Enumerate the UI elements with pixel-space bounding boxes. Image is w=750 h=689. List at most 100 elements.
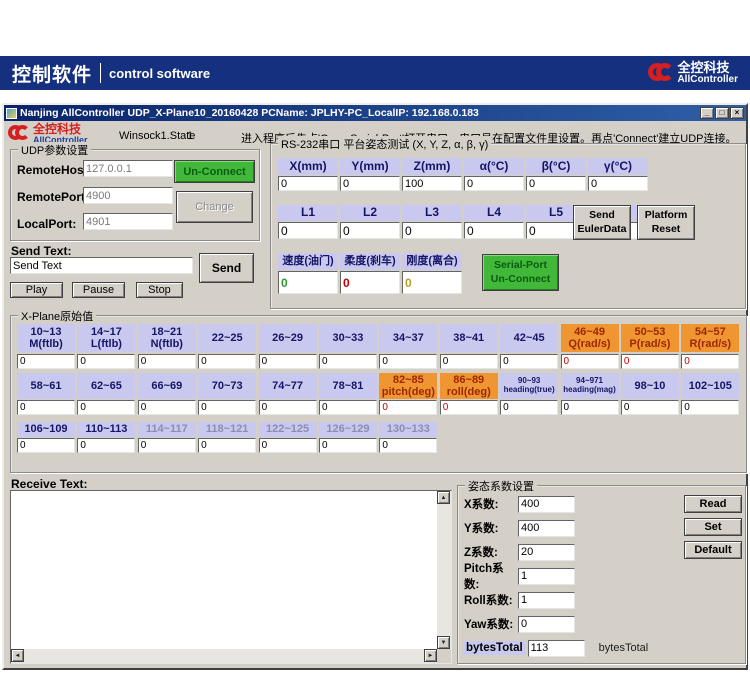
xplane-row2-values — [17, 400, 739, 415]
z-coeff-field[interactable] — [518, 544, 575, 561]
col-header: 114~117 — [138, 422, 196, 437]
close-button[interactable]: × — [730, 107, 744, 119]
beta-field[interactable] — [526, 176, 586, 191]
col-header: 102~105 — [681, 373, 739, 399]
l3-header: L3 — [402, 205, 462, 221]
value-field[interactable] — [17, 354, 75, 369]
horizontal-scrollbar[interactable]: ◄ ► — [11, 649, 437, 663]
xplane-row1-values — [17, 354, 739, 369]
coeff-row-pitch: Pitch系数: — [464, 567, 575, 585]
value-field[interactable] — [681, 400, 739, 415]
value-field[interactable] — [561, 400, 619, 415]
x-mm-header: X(mm) — [278, 158, 338, 175]
value-field[interactable] — [500, 400, 558, 415]
col-header: 26~29 — [259, 324, 317, 352]
value-field[interactable] — [198, 354, 256, 369]
x-mm-field[interactable] — [278, 176, 338, 191]
play-button[interactable]: Play — [10, 282, 63, 298]
change-button[interactable]: Change — [176, 191, 253, 223]
value-field[interactable] — [319, 354, 377, 369]
xplane-row3-values — [17, 438, 739, 453]
value-field[interactable] — [500, 354, 558, 369]
y-coeff-field[interactable] — [518, 520, 575, 537]
udp-unconnect-button[interactable]: Un-Connect — [174, 160, 255, 183]
value-field[interactable] — [259, 438, 317, 453]
read-button[interactable]: Read — [684, 495, 742, 513]
value-field[interactable] — [259, 400, 317, 415]
l2-field[interactable] — [340, 222, 400, 239]
value-field[interactable] — [621, 400, 679, 415]
scroll-up-icon[interactable]: ▲ — [437, 491, 450, 504]
value-field[interactable] — [621, 354, 679, 369]
window-titlebar[interactable]: Nanjing AllController UDP_X-Plane10_2016… — [4, 105, 746, 121]
send-text-label: Send Text: — [11, 244, 71, 258]
receive-text-area[interactable] — [11, 491, 437, 649]
value-field[interactable] — [681, 354, 739, 369]
value-field[interactable] — [77, 354, 135, 369]
udp-settings-group: UDP参数设置 RemoteHost: RemotePort: LocalPor… — [10, 149, 260, 241]
clutch-header: 刚度(离合) — [402, 253, 462, 270]
col-header-q: 46~49Q(rad/s) — [561, 324, 619, 352]
send-text-input[interactable] — [10, 257, 193, 274]
set-button[interactable]: Set — [684, 518, 742, 536]
vertical-scrollbar[interactable]: ▲ ▼ — [437, 491, 451, 649]
xplane-row2-headers: 58~61 62~65 66~69 70~73 74~77 78~81 82~8… — [17, 373, 739, 399]
pause-button[interactable]: Pause — [72, 282, 125, 298]
value-field[interactable] — [138, 438, 196, 453]
localport-field[interactable] — [83, 213, 173, 230]
xplane-row1-headers: 10~13M(ftlb) 14~17L(ftlb) 18~21N(ftlb) 2… — [17, 324, 739, 352]
serial-port-unconnect-button[interactable]: Serial-Port Un-Connect — [482, 254, 559, 291]
scroll-down-icon[interactable]: ▼ — [437, 636, 450, 649]
value-field[interactable] — [77, 438, 135, 453]
col-header-r: 54~57R(rad/s) — [681, 324, 739, 352]
y-mm-field[interactable] — [340, 176, 400, 191]
brake-field[interactable] — [340, 271, 400, 294]
value-field[interactable] — [319, 400, 377, 415]
value-field[interactable] — [561, 354, 619, 369]
value-field[interactable] — [17, 438, 75, 453]
x-coeff-field[interactable] — [518, 496, 575, 513]
value-field[interactable] — [17, 400, 75, 415]
l1-field[interactable] — [278, 222, 338, 239]
remotehost-field[interactable] — [83, 160, 173, 177]
remoteport-field[interactable] — [83, 187, 173, 204]
alpha-field[interactable] — [464, 176, 524, 191]
l3-field[interactable] — [402, 222, 462, 239]
roll-coeff-label: Roll系数: — [464, 592, 518, 608]
send-button[interactable]: Send — [199, 253, 254, 283]
value-field[interactable] — [77, 400, 135, 415]
banner-title-en: control software — [109, 66, 210, 81]
l4-field[interactable] — [464, 222, 524, 239]
value-field[interactable] — [440, 354, 498, 369]
platform-reset-button[interactable]: Platform Reset — [637, 205, 695, 240]
yaw-coeff-field[interactable] — [518, 616, 575, 633]
value-field[interactable] — [138, 354, 196, 369]
value-field[interactable] — [198, 438, 256, 453]
value-field[interactable] — [138, 400, 196, 415]
z-mm-field[interactable] — [402, 176, 462, 191]
throttle-field[interactable] — [278, 271, 338, 294]
logo-text-en: AllController — [677, 75, 738, 86]
value-field[interactable] — [198, 400, 256, 415]
value-field[interactable] — [259, 354, 317, 369]
clutch-field[interactable] — [402, 271, 462, 294]
bytestotal-field[interactable] — [528, 640, 585, 657]
pitch-coeff-field[interactable] — [518, 568, 575, 585]
value-field[interactable] — [379, 400, 437, 415]
maximize-button[interactable]: □ — [715, 107, 729, 119]
scroll-left-icon[interactable]: ◄ — [11, 649, 24, 662]
minimize-button[interactable]: _ — [700, 107, 714, 119]
col-header: 78~81 — [319, 373, 377, 399]
scroll-right-icon[interactable]: ► — [424, 649, 437, 662]
roll-coeff-field[interactable] — [518, 592, 575, 609]
default-button[interactable]: Default — [684, 541, 742, 559]
stop-button[interactable]: Stop — [136, 282, 183, 298]
value-field[interactable] — [440, 400, 498, 415]
value-field[interactable] — [319, 438, 377, 453]
value-field[interactable] — [379, 354, 437, 369]
send-eulerdata-button[interactable]: Send EulerData — [573, 205, 631, 240]
gamma-field[interactable] — [588, 176, 648, 191]
col-header-pitch: 82~85pitch(deg) — [379, 373, 437, 399]
value-field[interactable] — [379, 438, 437, 453]
l4-header: L4 — [464, 205, 524, 221]
